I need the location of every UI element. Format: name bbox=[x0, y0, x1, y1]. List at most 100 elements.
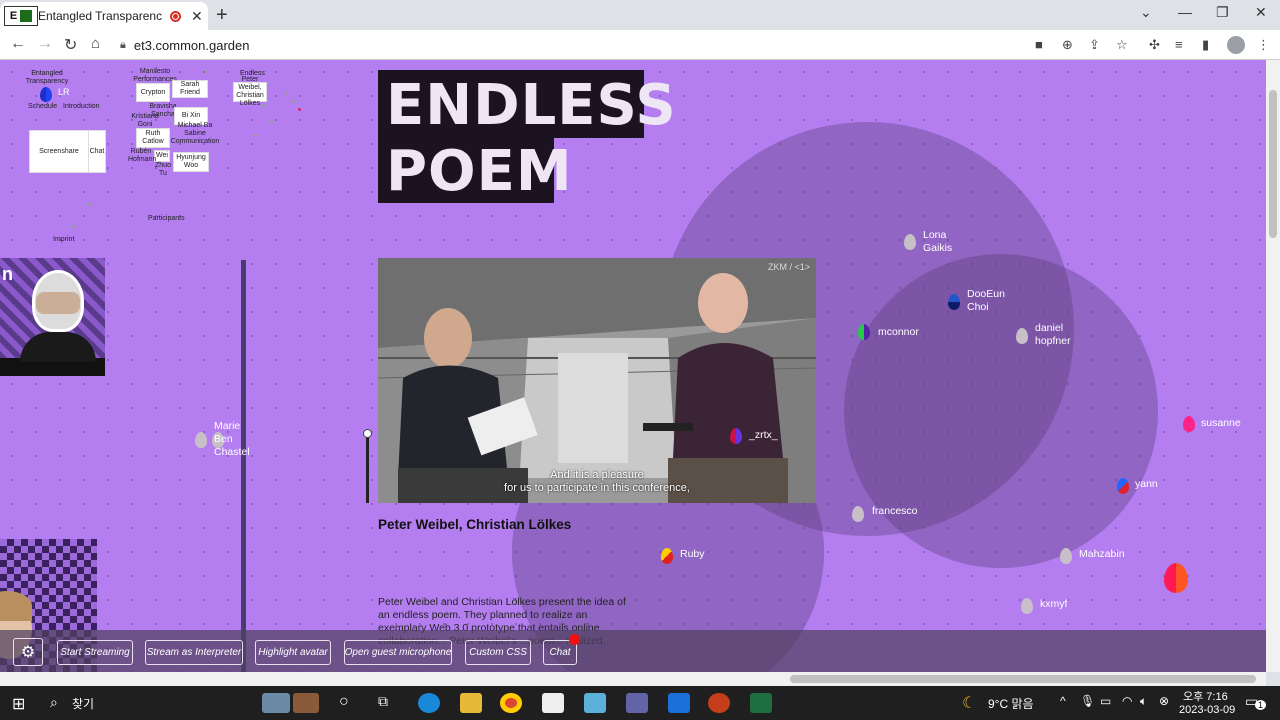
address-bar[interactable]: 🔒︎ et3.common.garden bbox=[116, 33, 1136, 57]
browser-toolbar: ← → ↻ ⌂ 🔒︎ et3.common.garden ■ ⊕ ⇪ ☆ ✣ ≡… bbox=[0, 30, 1280, 60]
bookmark-star-icon[interactable]: ☆ bbox=[1116, 37, 1128, 53]
cortana-icon[interactable]: ○ bbox=[339, 693, 349, 711]
user-name: Mahzabin bbox=[1079, 548, 1125, 560]
user-avatar[interactable] bbox=[195, 432, 207, 448]
user-avatar[interactable] bbox=[1183, 416, 1195, 432]
search-icon[interactable]: ⌕ bbox=[50, 694, 58, 711]
minimap-label-entangled[interactable]: Entangled Transparency bbox=[24, 70, 70, 86]
minimap-box-michael[interactable]: Michael Ba Sabine Communication bbox=[171, 122, 220, 145]
minimap-label-introduction[interactable]: Introduction bbox=[63, 103, 100, 111]
minimize-button[interactable]: — bbox=[1178, 4, 1192, 20]
taskbar-app-icon[interactable] bbox=[293, 693, 319, 713]
minimap-box-wei[interactable]: Wei bbox=[154, 150, 170, 162]
chrome-icon[interactable] bbox=[500, 693, 522, 713]
minimap-box-crypton[interactable]: Crypton bbox=[136, 83, 170, 102]
user-avatar[interactable] bbox=[1016, 328, 1028, 344]
minimap-box-screenshare[interactable]: Screenshare bbox=[29, 130, 89, 173]
custom-css-button[interactable]: Custom CSS bbox=[465, 640, 531, 665]
vertical-scrollbar[interactable] bbox=[1266, 60, 1280, 672]
user-avatar[interactable] bbox=[1117, 478, 1129, 494]
back-icon[interactable]: ← bbox=[10, 35, 26, 53]
tab-favicon-icon: E bbox=[4, 6, 38, 26]
menu-icon[interactable]: ⋮ bbox=[1257, 37, 1270, 53]
mail-icon[interactable] bbox=[542, 693, 564, 713]
minimap-label-schedule[interactable]: Schedule bbox=[28, 103, 57, 111]
battery-icon[interactable]: ▭ bbox=[1100, 694, 1111, 708]
forward-icon[interactable]: → bbox=[37, 35, 53, 53]
minimap-label-participants[interactable]: Participants bbox=[148, 215, 185, 223]
minimap-dot bbox=[292, 100, 295, 103]
mic-icon[interactable]: 🎙︎ bbox=[1080, 694, 1095, 708]
excel-icon[interactable] bbox=[750, 693, 772, 713]
minimap-dot bbox=[205, 70, 208, 73]
app-icon[interactable] bbox=[584, 693, 606, 713]
video-corner-label: ZKM / <1> bbox=[767, 262, 810, 272]
edge-icon[interactable] bbox=[418, 693, 440, 713]
browser-tab[interactable]: E Entangled Transparency 3.0 ✕ bbox=[0, 2, 208, 30]
user-avatar[interactable] bbox=[661, 548, 673, 564]
profile-avatar[interactable] bbox=[1227, 36, 1245, 54]
volume-slider-track[interactable] bbox=[366, 433, 369, 503]
scroll-slider-track[interactable] bbox=[241, 260, 246, 672]
task-view-icon[interactable]: ⧉ bbox=[378, 693, 388, 710]
user-name: yann bbox=[1135, 478, 1158, 490]
user-name: kxmyf bbox=[1040, 598, 1068, 610]
extensions-icon[interactable]: ✣ bbox=[1149, 37, 1160, 53]
reload-icon[interactable]: ↻ bbox=[64, 35, 77, 55]
volume-slider-knob[interactable] bbox=[363, 429, 372, 438]
virtual-space[interactable]: Entangled Transparency LR Schedule Intro… bbox=[0, 60, 1266, 672]
minimap-box-peter[interactable]: Peter Weibel, Christian Lölkes bbox=[233, 76, 267, 107]
minimap-box-kristiana[interactable]: Kristiana Goni bbox=[131, 113, 158, 128]
settings-gear-icon[interactable]: ⚙ bbox=[13, 638, 43, 666]
clock-date[interactable]: 2023-03-09 bbox=[1179, 704, 1235, 716]
tab-close-icon[interactable]: ✕ bbox=[191, 8, 203, 25]
user-avatar[interactable] bbox=[904, 234, 916, 250]
powerpoint-icon[interactable] bbox=[708, 693, 730, 713]
home-icon[interactable]: ⌂ bbox=[91, 35, 100, 52]
camera-icon[interactable]: ■ bbox=[1035, 37, 1043, 52]
stream-as-interpreter-button[interactable]: Stream as Interpreter bbox=[145, 640, 243, 665]
side-panel-icon[interactable]: ▮ bbox=[1202, 37, 1209, 53]
taskbar-search-label[interactable]: 찾기 bbox=[72, 695, 94, 712]
restore-button[interactable]: ❐ bbox=[1216, 4, 1229, 21]
close-window-button[interactable]: ✕ bbox=[1255, 4, 1267, 21]
horizontal-scrollbar[interactable] bbox=[0, 672, 1266, 686]
tray-chevron-icon[interactable]: ^ bbox=[1060, 694, 1066, 708]
open-guest-microphone-button[interactable]: Open guest microphone bbox=[344, 640, 452, 665]
taskbar-widget-icon[interactable] bbox=[262, 693, 290, 713]
weather-text[interactable]: 9°C 맑음 bbox=[988, 695, 1034, 712]
stream-video[interactable]: ZKM / <1> And it is a pleasure for us to… bbox=[378, 258, 816, 503]
minimap-label-imprint[interactable]: Imprint bbox=[53, 236, 74, 244]
clock-time[interactable]: 오후 7:16 bbox=[1183, 688, 1228, 704]
close-circle-icon[interactable]: ⊗ bbox=[1159, 694, 1169, 708]
video-frame bbox=[378, 258, 816, 503]
tab-title: Entangled Transparency 3.0 bbox=[38, 9, 162, 23]
volume-icon[interactable]: 🔈︎ bbox=[1140, 694, 1147, 709]
zoom-icon[interactable]: ⊕ bbox=[1062, 37, 1073, 53]
minimap-box-sarah[interactable]: Sarah Friend bbox=[172, 80, 208, 98]
minimap-box-hyunjung[interactable]: Hyunjung Woo bbox=[173, 152, 209, 172]
participant-webcam[interactable]: n bbox=[0, 258, 105, 376]
media-icon[interactable]: ≡ bbox=[1175, 37, 1183, 52]
user-avatar[interactable] bbox=[730, 428, 742, 444]
highlighted-avatar[interactable] bbox=[1164, 563, 1188, 593]
windows-start-icon[interactable]: ⊞ bbox=[12, 694, 25, 714]
user-avatar[interactable] bbox=[1021, 598, 1033, 614]
user-avatar[interactable] bbox=[948, 294, 960, 310]
user-avatar[interactable] bbox=[852, 506, 864, 522]
app-icon-2[interactable] bbox=[668, 693, 690, 713]
minimap-dot bbox=[72, 225, 75, 228]
new-tab-button[interactable]: + bbox=[216, 4, 228, 27]
minimap-box-chat[interactable]: Chat bbox=[88, 130, 106, 173]
start-streaming-button[interactable]: Start Streaming bbox=[57, 640, 133, 665]
minimap-box-ruth[interactable]: Ruth Catlow bbox=[136, 128, 170, 148]
wifi-icon[interactable]: ◠ bbox=[1122, 694, 1132, 708]
user-avatar[interactable] bbox=[1060, 548, 1072, 564]
teams-icon[interactable] bbox=[626, 693, 648, 713]
tab-search-chevron-icon[interactable]: ⌄ bbox=[1140, 4, 1152, 21]
user-avatar[interactable] bbox=[858, 324, 870, 340]
highlight-avatar-button[interactable]: Highlight avatar bbox=[255, 640, 331, 665]
explorer-icon[interactable] bbox=[460, 693, 482, 713]
lock-icon: 🔒︎ bbox=[120, 38, 126, 51]
share-icon[interactable]: ⇪ bbox=[1089, 37, 1100, 53]
